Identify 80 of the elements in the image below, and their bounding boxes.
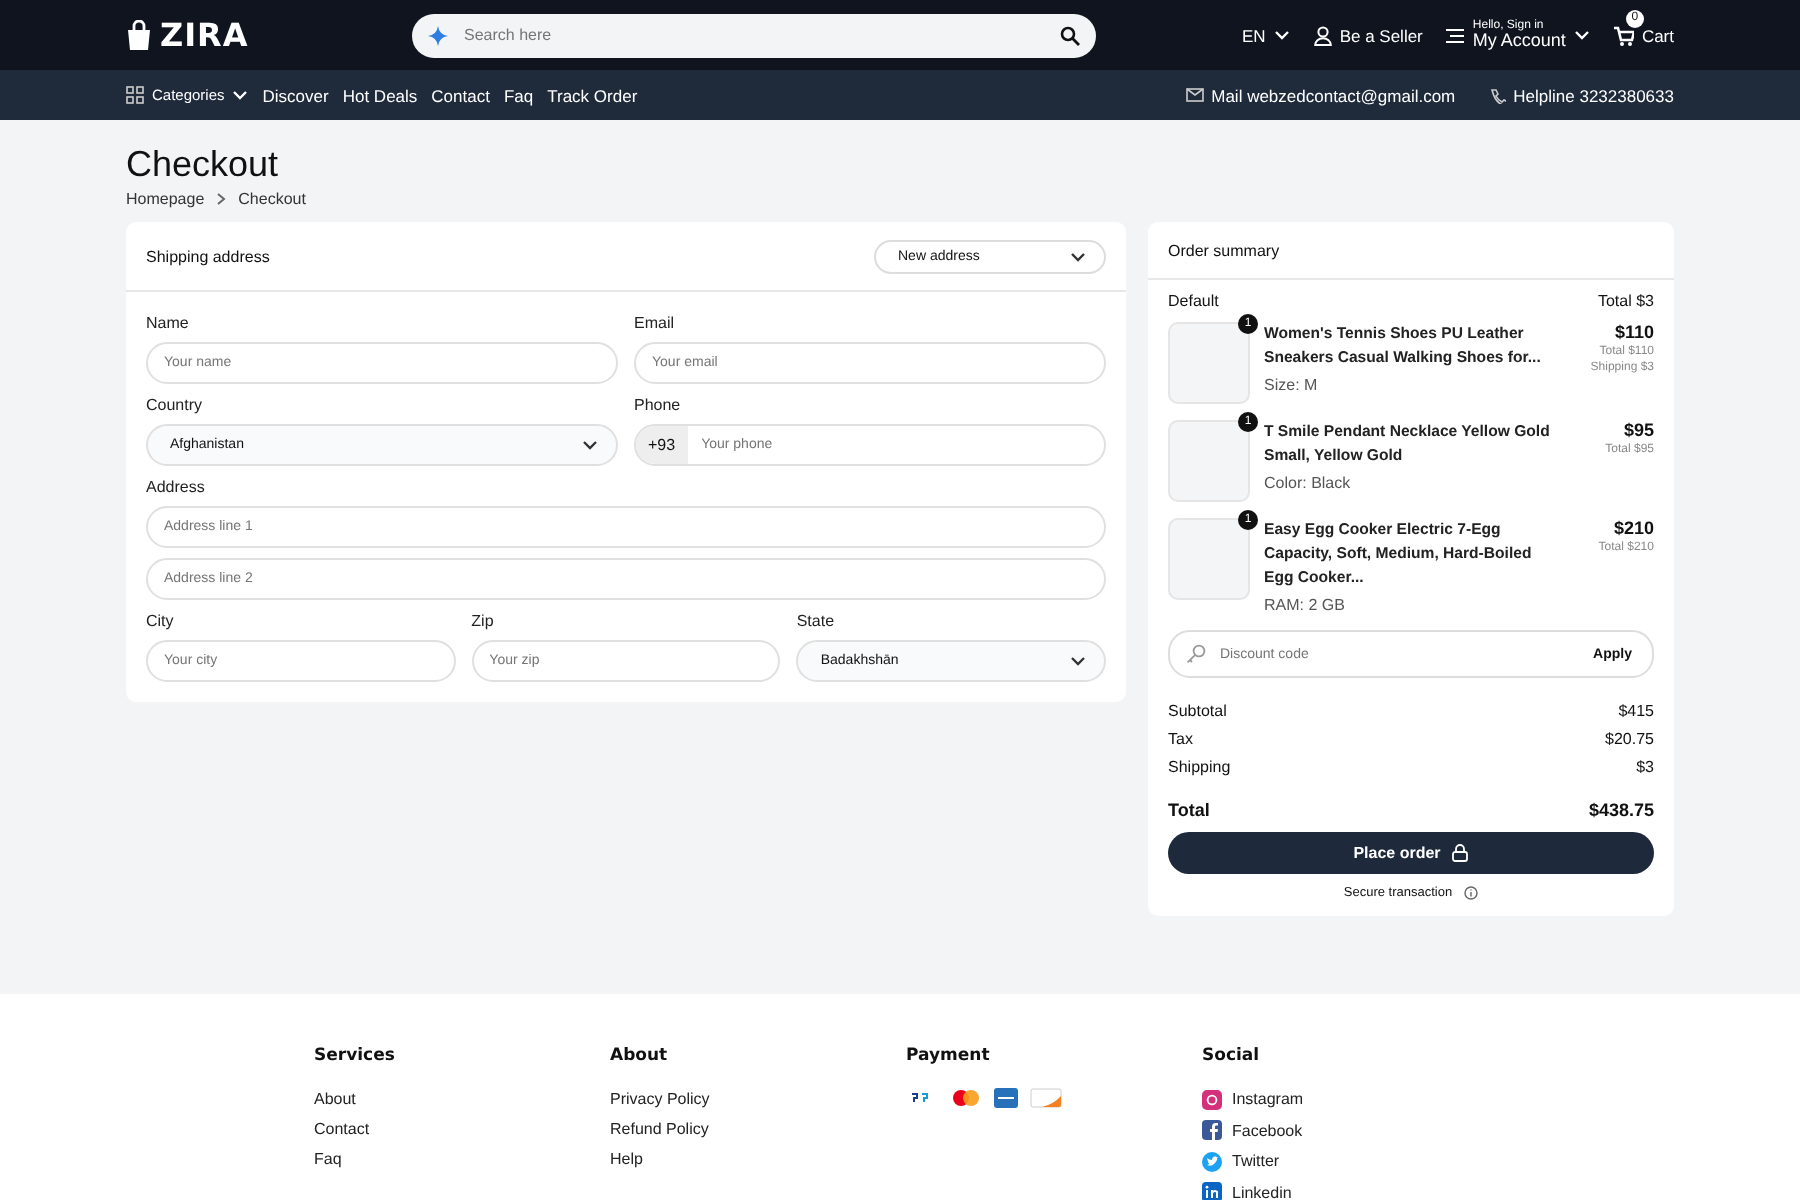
chevron-down-icon <box>1070 654 1087 668</box>
footer-heading: Payment <box>906 1046 992 1066</box>
social-link[interactable]: Linkedin <box>1202 1177 1498 1200</box>
mail-icon <box>1185 88 1204 102</box>
product-price: $210 <box>1611 518 1654 538</box>
field-label: Phone <box>634 396 683 414</box>
nav-link[interactable]: Track Order <box>547 85 638 105</box>
footer-heading: Services <box>314 1046 397 1066</box>
search-icon[interactable] <box>1060 25 1080 45</box>
breadcrumb-link[interactable]: Homepage <box>126 190 205 208</box>
field-label: City <box>146 612 176 630</box>
search-field[interactable]: Search here <box>412 13 1096 57</box>
shopping-bag-icon <box>126 20 152 50</box>
section-title: Shipping address <box>146 247 270 265</box>
menu-icon <box>1446 27 1465 43</box>
footer-link[interactable]: Refund Policy <box>610 1114 906 1144</box>
summary-value: $415 <box>1618 700 1654 724</box>
footer-link[interactable]: Contact <box>314 1114 610 1144</box>
chevron-right-icon <box>216 192 227 206</box>
total-value: $438.75 <box>1588 800 1654 820</box>
place-order-button[interactable]: Place order <box>1168 832 1654 874</box>
search-input[interactable]: Search here <box>460 24 1048 46</box>
info-icon[interactable] <box>1464 886 1479 900</box>
summary-value: $3 <box>1636 756 1654 780</box>
product-variant: RAM: 2 GB <box>1264 596 1347 614</box>
section-title: Order summary <box>1168 241 1280 259</box>
product-variant: Size: M <box>1264 376 1320 394</box>
product-variant: Color: Black <box>1264 474 1353 492</box>
summary-label: Tax <box>1168 728 1193 752</box>
seller-link[interactable]: Be a Seller <box>1313 25 1423 45</box>
footer-heading: About <box>610 1046 670 1066</box>
grid-icon <box>126 86 144 104</box>
nav-link[interactable]: Discover <box>262 85 329 105</box>
mail-link[interactable]: Mail webzedcontact@gmail.com <box>1185 85 1456 105</box>
footer-link[interactable]: Privacy Policy <box>610 1084 906 1114</box>
footer-heading: Social <box>1202 1046 1262 1066</box>
group-label: Default <box>1168 292 1219 310</box>
footer-link[interactable]: Help <box>610 1144 906 1174</box>
country-code: +93 <box>636 426 688 464</box>
sparkle-icon <box>428 25 448 45</box>
chevron-down-icon <box>1070 249 1086 263</box>
social-link[interactable]: Twitter <box>1202 1146 1498 1177</box>
language-selector[interactable]: EN <box>1242 25 1290 45</box>
nav-link[interactable]: Hot Deals <box>342 85 418 105</box>
field-label: State <box>796 612 837 630</box>
breadcrumb-link[interactable]: Checkout <box>238 190 306 208</box>
phone-icon <box>1489 87 1506 103</box>
logo-text[interactable]: ZIRA <box>160 16 249 54</box>
key-icon <box>1186 644 1206 664</box>
product-price: $110 <box>1612 322 1654 342</box>
chevron-down-icon <box>1273 28 1290 42</box>
nav-link[interactable]: Faq <box>503 85 534 105</box>
user-icon <box>1313 25 1332 45</box>
social-icon <box>1202 1151 1222 1172</box>
summary-label: Subtotal <box>1168 700 1227 724</box>
nav-link[interactable]: Contact <box>431 85 490 105</box>
social-link[interactable]: Facebook <box>1202 1115 1498 1146</box>
social-link[interactable]: Instagram <box>1202 1084 1498 1115</box>
lock-icon <box>1452 844 1469 862</box>
social-icon <box>1202 1089 1222 1110</box>
field-label: Country <box>146 396 205 414</box>
cart-link[interactable]: Cart <box>1613 25 1674 45</box>
field-label: Address <box>146 478 207 496</box>
total-label: Total <box>1168 800 1210 820</box>
chevron-down-icon <box>1573 28 1590 42</box>
helpline-link[interactable]: Helpline 3232380633 <box>1489 85 1674 105</box>
summary-label: Shipping <box>1168 756 1231 780</box>
group-total: Total $3 <box>1597 292 1654 310</box>
product-price: $95 <box>1621 420 1654 440</box>
cart-icon <box>1613 25 1634 45</box>
social-icon <box>1202 1120 1222 1141</box>
summary-value: $20.75 <box>1605 728 1654 752</box>
chevron-down-icon <box>232 88 249 102</box>
footer-link[interactable]: Faq <box>314 1144 610 1174</box>
field-label: Name <box>146 314 191 332</box>
field-label: Email <box>634 314 677 332</box>
field-label: Zip <box>471 612 496 630</box>
footer-link[interactable]: About <box>314 1084 610 1114</box>
page-title: Checkout <box>126 144 281 186</box>
chevron-down-icon <box>582 438 598 452</box>
